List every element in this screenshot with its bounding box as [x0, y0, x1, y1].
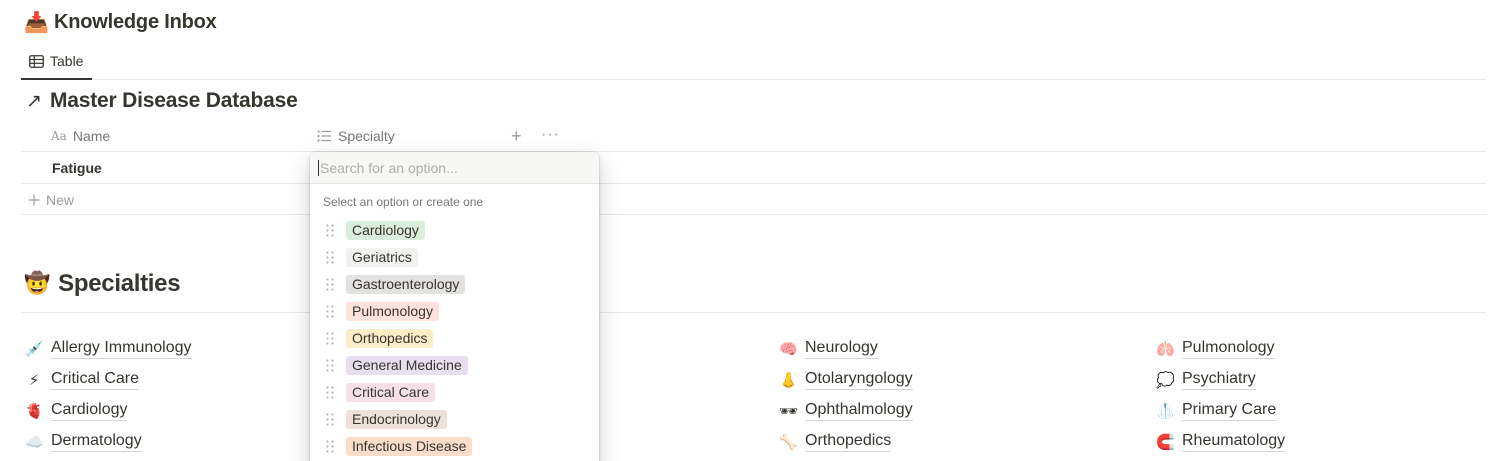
specialty-link-label: Allergy Immunology — [51, 338, 192, 359]
anatomical-heart-icon: 🫀 — [25, 402, 44, 420]
view-tabs: Table — [21, 44, 1486, 80]
tab-table[interactable]: Table — [21, 44, 92, 80]
option-item-general-medicine[interactable]: General Medicine — [310, 352, 599, 379]
specialty-link-ophthalmology[interactable]: 🕶 Ophthalmology — [779, 400, 913, 421]
lungs-icon: 🫁 — [1156, 340, 1175, 358]
list-icon — [317, 130, 331, 142]
drag-handle-icon[interactable] — [326, 440, 334, 453]
column-header-specialty[interactable]: Specialty — [317, 120, 395, 152]
table-header: Aa Name Specialty + ··· — [21, 120, 1486, 152]
option-item-geriatrics[interactable]: Geriatrics — [310, 244, 599, 271]
option-item-cardiology[interactable]: Cardiology — [310, 217, 599, 244]
specialty-link-otolaryngology[interactable]: 👃 Otolaryngology — [779, 369, 913, 390]
drag-handle-icon[interactable] — [326, 224, 334, 237]
option-tag: Endocrinology — [346, 410, 447, 429]
database-title[interactable]: ↗ Master Disease Database — [26, 89, 298, 113]
specialty-link-label: Neurology — [805, 338, 878, 359]
divider — [21, 312, 1486, 313]
lab-coat-icon: 🥼 — [1156, 402, 1175, 420]
specialty-link-label: Orthopedics — [805, 431, 892, 452]
option-tag: Gastroenterology — [346, 275, 466, 294]
tab-table-label: Table — [50, 53, 84, 69]
specialty-link-allergy-immunology[interactable]: 💉 Allergy Immunology — [25, 338, 192, 359]
specialty-link-psychiatry[interactable]: 💭 Psychiatry — [1156, 369, 1256, 390]
option-search-input[interactable] — [318, 159, 588, 176]
magnet-icon: 🧲 — [1156, 433, 1175, 451]
dropdown-hint: Select an option or create one — [323, 195, 484, 209]
drag-handle-icon[interactable] — [326, 332, 334, 345]
page-title: 📥 Knowledge Inbox — [24, 10, 217, 35]
option-item-infectious-disease[interactable]: Infectious Disease — [310, 433, 599, 460]
drag-handle-icon[interactable] — [326, 359, 334, 372]
text-property-icon: Aa — [51, 129, 67, 143]
option-item-pulmonology[interactable]: Pulmonology — [310, 298, 599, 325]
column-header-name[interactable]: Aa Name — [51, 120, 110, 152]
specialty-link-label: Cardiology — [51, 400, 128, 421]
drag-handle-icon[interactable] — [326, 386, 334, 399]
specialty-link-label: Otolaryngology — [805, 369, 913, 390]
option-search-bar — [310, 152, 599, 184]
bone-icon: 🦴 — [779, 433, 798, 451]
specialty-link-label: Psychiatry — [1182, 369, 1256, 390]
table-row[interactable]: Fatigue — [21, 152, 1486, 184]
inbox-tray-icon: 📥 — [24, 12, 49, 34]
option-item-critical-care[interactable]: Critical Care — [310, 379, 599, 406]
specialty-link-label: Pulmonology — [1182, 338, 1275, 359]
specialty-link-label: Critical Care — [51, 369, 140, 390]
drag-handle-icon[interactable] — [326, 305, 334, 318]
new-row-label: New — [46, 191, 75, 208]
specialty-option-dropdown: Select an option or create one Cardiolog… — [310, 152, 599, 461]
specialty-link-primary-care[interactable]: 🥼 Primary Care — [1156, 400, 1277, 421]
database-table: Aa Name Specialty + ··· Fatigue New — [21, 120, 1486, 215]
thought-balloon-icon: 💭 — [1156, 371, 1175, 389]
specialty-link-label: Ophthalmology — [805, 400, 913, 421]
option-item-orthopedics[interactable]: Orthopedics — [310, 325, 599, 352]
new-row-button[interactable]: New — [21, 184, 1486, 215]
specialty-link-label: Primary Care — [1182, 400, 1277, 421]
drag-handle-icon[interactable] — [326, 278, 334, 291]
option-tag: Geriatrics — [346, 248, 418, 267]
drag-handle-icon[interactable] — [326, 251, 334, 264]
column-header-specialty-label: Specialty — [338, 128, 395, 144]
column-header-name-label: Name — [72, 128, 111, 144]
add-property-button[interactable]: + — [511, 120, 522, 152]
brain-icon: 🧠 — [779, 340, 798, 358]
cowboy-face-icon: 🤠 — [24, 272, 51, 295]
option-tag: Pulmonology — [346, 302, 439, 321]
sunglasses-icon: 🕶 — [779, 402, 799, 420]
option-tag: Critical Care — [346, 383, 436, 402]
specialty-link-label: Dermatology — [51, 431, 142, 452]
lightning-icon: ⚡ — [28, 371, 40, 389]
specialties-heading: 🤠 Specialties — [24, 270, 181, 298]
option-tag: General Medicine — [346, 356, 468, 375]
syringe-icon: 💉 — [25, 340, 44, 358]
table-icon — [29, 54, 44, 68]
specialty-link-neurology[interactable]: 🧠 Neurology — [779, 338, 878, 359]
row-name-cell[interactable]: Fatigue — [52, 152, 102, 184]
plus-icon — [28, 194, 40, 205]
option-tag: Orthopedics — [346, 329, 434, 348]
specialty-link-rheumatology[interactable]: 🧲 Rheumatology — [1156, 431, 1286, 452]
cloud-icon: ☁️ — [25, 433, 44, 451]
page-title-text: Knowledge Inbox — [54, 11, 217, 33]
specialty-link-cardiology[interactable]: 🫀 Cardiology — [25, 400, 128, 421]
more-options-button[interactable]: ··· — [541, 120, 560, 150]
option-item-gastroenterology[interactable]: Gastroenterology — [310, 271, 599, 298]
specialty-link-critical-care[interactable]: ⚡ Critical Care — [25, 369, 140, 390]
specialty-link-pulmonology[interactable]: 🫁 Pulmonology — [1156, 338, 1275, 359]
option-tag: Cardiology — [346, 221, 425, 240]
drag-handle-icon[interactable] — [326, 413, 334, 426]
option-item-endocrinology[interactable]: Endocrinology — [310, 406, 599, 433]
link-arrow-icon: ↗ — [26, 90, 42, 112]
specialty-link-dermatology[interactable]: ☁️ Dermatology — [25, 431, 142, 452]
option-tag: Infectious Disease — [346, 437, 473, 456]
nose-icon: 👃 — [779, 371, 798, 389]
database-title-text: Master Disease Database — [50, 89, 298, 112]
specialty-link-label: Rheumatology — [1182, 431, 1286, 452]
specialty-link-orthopedics[interactable]: 🦴 Orthopedics — [779, 431, 892, 452]
specialties-heading-text: Specialties — [58, 270, 181, 297]
